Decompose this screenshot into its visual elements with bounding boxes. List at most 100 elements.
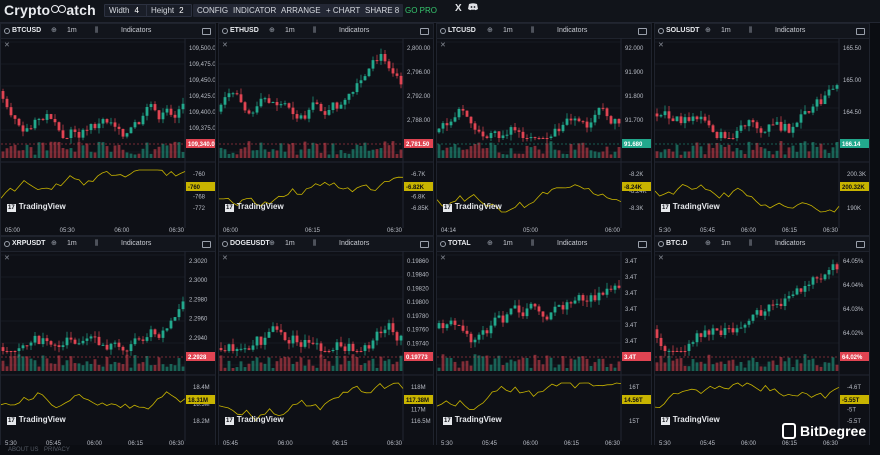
discord-icon[interactable] bbox=[468, 3, 478, 14]
volume-bar bbox=[577, 143, 581, 158]
timeframe-selector[interactable]: 1m bbox=[67, 24, 77, 38]
candle-type-icon[interactable]: ⫼ bbox=[531, 237, 534, 251]
volume-bar bbox=[355, 357, 359, 371]
volume-bar bbox=[779, 357, 783, 371]
search-symbol-icon[interactable] bbox=[4, 241, 10, 247]
indicators-button[interactable]: Indicators bbox=[339, 237, 369, 251]
chart-panel-dogeusdt[interactable]: DOGEUSDT ⊕ 1m ⫼ Indicators ✕ 0.19860 0.19840 0.1… bbox=[218, 236, 434, 449]
volume-bar bbox=[57, 141, 61, 158]
about-link[interactable]: ABOUT US bbox=[8, 447, 39, 453]
indicators-button[interactable]: Indicators bbox=[557, 237, 587, 251]
indicator-tick-label: -8.2K bbox=[629, 172, 643, 178]
candle-type-icon[interactable]: ⫼ bbox=[313, 24, 316, 38]
chart-panel-total[interactable]: TOTAL ⊕ 1m ⫼ Indicators ✕ 3.4T 3.4T 3.4T 3.4T 3.4T… bbox=[436, 236, 652, 449]
candle-type-icon[interactable]: ⫼ bbox=[749, 24, 752, 38]
candle bbox=[13, 350, 17, 356]
search-symbol-icon[interactable] bbox=[658, 28, 664, 34]
candle-type-icon[interactable]: ⫼ bbox=[95, 24, 98, 38]
volume-bar bbox=[585, 147, 589, 158]
camera-icon[interactable] bbox=[638, 241, 647, 248]
volume-bar bbox=[323, 142, 327, 158]
compare-plus-icon[interactable]: ⊕ bbox=[51, 237, 57, 251]
camera-icon[interactable] bbox=[202, 28, 211, 35]
chart-panel-btcusd[interactable]: BTCUSD ⊕ 1m ⫼ Indicators ✕ 109,500.0 109,475.0 1… bbox=[0, 23, 216, 236]
camera-icon[interactable] bbox=[856, 241, 865, 248]
camera-icon[interactable] bbox=[638, 28, 647, 35]
indicators-button[interactable]: Indicators bbox=[557, 24, 587, 38]
compare-plus-icon[interactable]: ⊕ bbox=[269, 237, 275, 251]
compare-plus-icon[interactable]: ⊕ bbox=[705, 237, 711, 251]
x-twitter-icon[interactable]: X bbox=[455, 3, 462, 14]
symbol-name[interactable]: SOLUSDT bbox=[666, 24, 699, 38]
indicator-button[interactable]: INDICATOR bbox=[229, 4, 281, 17]
candle-type-icon[interactable]: ⫼ bbox=[749, 237, 752, 251]
symbol-name[interactable]: ETHUSD bbox=[230, 24, 259, 38]
timeframe-selector[interactable]: 1m bbox=[285, 24, 295, 38]
chart-panel-ethusd[interactable]: ETHUSD ⊕ 1m ⫼ Indicators ✕ 2,800.00 2,796.00 2,7… bbox=[218, 23, 434, 236]
symbol-name[interactable]: BTCUSD bbox=[12, 24, 41, 38]
privacy-link[interactable]: PRIVACY bbox=[44, 447, 70, 453]
camera-icon[interactable] bbox=[202, 241, 211, 248]
symbol-name[interactable]: TOTAL bbox=[448, 237, 471, 251]
timeframe-selector[interactable]: 1m bbox=[503, 237, 513, 251]
camera-icon[interactable] bbox=[420, 241, 429, 248]
compare-plus-icon[interactable]: ⊕ bbox=[705, 24, 711, 38]
candle bbox=[399, 334, 403, 346]
search-symbol-icon[interactable] bbox=[658, 241, 664, 247]
chart-panel-xrpusdt[interactable]: XRPUSDT ⊕ 1m ⫼ Indicators ✕ 2.3020 2.3000 2.2980… bbox=[0, 236, 216, 449]
chart-panel-btc-d[interactable]: BTC.D ⊕ 1m ⫼ Indicators ✕ 64.05% 64.04% 64.03% 64… bbox=[654, 236, 870, 449]
indicators-button[interactable]: Indicators bbox=[339, 24, 369, 38]
timeframe-selector[interactable]: 1m bbox=[503, 24, 513, 38]
compare-plus-icon[interactable]: ⊕ bbox=[487, 24, 493, 38]
search-symbol-icon[interactable] bbox=[440, 241, 446, 247]
panel-header: BTCUSD ⊕ 1m ⫼ Indicators bbox=[1, 24, 215, 39]
compare-plus-icon[interactable]: ⊕ bbox=[51, 24, 57, 38]
indicators-button[interactable]: Indicators bbox=[121, 237, 151, 251]
cryptowatch-logo[interactable]: Crypto atch bbox=[4, 2, 96, 18]
indicators-button[interactable]: Indicators bbox=[775, 24, 805, 38]
symbol-name[interactable]: LTCUSD bbox=[448, 24, 476, 38]
chart-panel-solusdt[interactable]: SOLUSDT ⊕ 1m ⫼ Indicators ✕ 165.50 165.00 164.50… bbox=[654, 23, 870, 236]
volume-bar bbox=[593, 362, 597, 371]
config-button[interactable]: CONFIG bbox=[193, 4, 233, 17]
add-chart-button[interactable]: + CHART bbox=[322, 4, 365, 17]
candle-type-icon[interactable]: ⫼ bbox=[313, 237, 316, 251]
timeframe-selector[interactable]: 1m bbox=[721, 237, 731, 251]
candle bbox=[93, 122, 97, 131]
timeframe-selector[interactable]: 1m bbox=[67, 237, 77, 251]
share-button[interactable]: SHARE 8 bbox=[361, 4, 404, 17]
compare-plus-icon[interactable]: ⊕ bbox=[269, 24, 275, 38]
candle-type-icon[interactable]: ⫼ bbox=[531, 24, 534, 38]
symbol-name[interactable]: BTC.D bbox=[666, 237, 687, 251]
candle bbox=[161, 326, 165, 343]
symbol-name[interactable]: DOGEUSDT bbox=[230, 237, 270, 251]
candle bbox=[41, 117, 45, 121]
camera-icon[interactable] bbox=[420, 28, 429, 35]
volume-bar bbox=[473, 143, 477, 158]
search-symbol-icon[interactable] bbox=[222, 241, 228, 247]
candle bbox=[755, 307, 759, 318]
indicators-button[interactable]: Indicators bbox=[775, 237, 805, 251]
search-symbol-icon[interactable] bbox=[440, 28, 446, 34]
timeframe-selector[interactable]: 1m bbox=[285, 237, 295, 251]
chart-panel-ltcusd[interactable]: LTCUSD ⊕ 1m ⫼ Indicators ✕ 92.000 91.900 91.800 9… bbox=[436, 23, 652, 236]
width-input[interactable]: Width 4 bbox=[104, 4, 148, 17]
compare-plus-icon[interactable]: ⊕ bbox=[487, 237, 493, 251]
candle bbox=[497, 131, 501, 143]
candle-type-icon[interactable]: ⫼ bbox=[95, 237, 98, 251]
search-symbol-icon[interactable] bbox=[222, 28, 228, 34]
symbol-name[interactable]: XRPUSDT bbox=[12, 237, 45, 251]
height-input[interactable]: Height 2 bbox=[146, 4, 192, 17]
timeframe-selector[interactable]: 1m bbox=[721, 24, 731, 38]
go-pro-link[interactable]: GO PRO bbox=[405, 4, 437, 17]
indicators-button[interactable]: Indicators bbox=[121, 24, 151, 38]
arrange-button[interactable]: ARRANGE bbox=[277, 4, 325, 17]
candle bbox=[97, 118, 101, 134]
candle bbox=[173, 316, 177, 322]
volume-bar bbox=[271, 149, 275, 158]
camera-icon[interactable] bbox=[856, 28, 865, 35]
candle bbox=[835, 262, 839, 274]
search-symbol-icon[interactable] bbox=[4, 28, 10, 34]
candle bbox=[739, 321, 743, 329]
indicator-tick-label: -4.6T bbox=[847, 385, 861, 391]
